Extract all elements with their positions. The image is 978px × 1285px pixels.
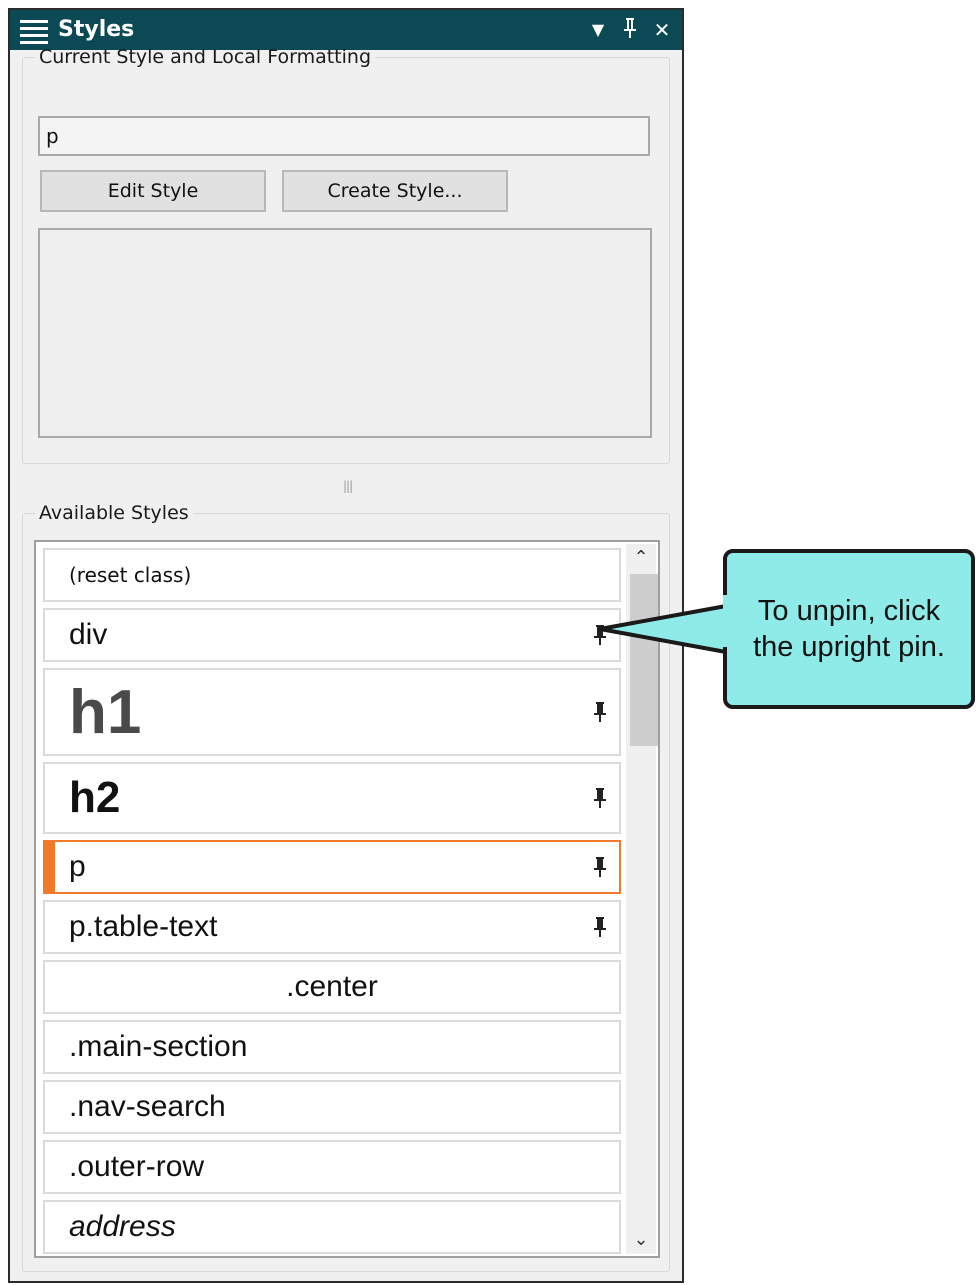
callout-line-1: To unpin, click <box>757 595 941 627</box>
panel-titlebar: Styles ▼ ✕ <box>10 10 682 50</box>
pin-icon[interactable] <box>618 16 642 44</box>
selection-indicator <box>45 842 55 892</box>
dropdown-arrow-icon[interactable]: ▼ <box>586 16 610 44</box>
list-item-outer-row[interactable]: .outer-row <box>43 1140 621 1194</box>
callout-text: To unpin, click the upright pin. <box>723 593 975 665</box>
close-icon[interactable]: ✕ <box>650 16 674 44</box>
available-styles-legend: Available Styles <box>39 502 189 524</box>
scroll-up-icon[interactable]: ⌃ <box>626 544 656 572</box>
list-item-h2[interactable]: h2 <box>43 762 621 834</box>
create-style-button[interactable]: Create Style... <box>282 170 508 212</box>
callout-line-2: the upright pin. <box>753 631 945 663</box>
list-item-label: h1 <box>69 677 142 747</box>
styles-list: (reset class) div h1 h2 p p.table-text .… <box>34 540 660 1258</box>
list-item-label: .outer-row <box>69 1150 205 1183</box>
list-item-p-table-text[interactable]: p.table-text <box>43 900 621 954</box>
list-item-label: .center <box>286 970 378 1003</box>
scroll-down-icon[interactable]: ⌄ <box>626 1226 656 1254</box>
list-item-div[interactable]: div <box>43 608 621 662</box>
list-item-center[interactable]: .center <box>43 960 621 1014</box>
list-item-p[interactable]: p <box>43 840 621 894</box>
list-item-address[interactable]: address <box>43 1200 621 1254</box>
current-style-field[interactable]: p <box>38 116 650 156</box>
splitter-grip[interactable]: ||| <box>343 479 353 493</box>
local-formatting-box <box>38 228 652 438</box>
list-item-label: div <box>69 618 108 651</box>
list-item-h1[interactable]: h1 <box>43 668 621 756</box>
list-item-label: p <box>69 850 86 883</box>
list-item-label: p.table-text <box>69 910 218 943</box>
list-item-label: address <box>69 1210 176 1243</box>
list-item-label: .main-section <box>69 1030 248 1063</box>
styles-panel: Styles ▼ ✕ Current Style and Local Forma… <box>8 8 684 1283</box>
list-item-label: h2 <box>69 773 121 822</box>
list-item-reset-class[interactable]: (reset class) <box>43 548 621 602</box>
current-style-legend: Current Style and Local Formatting <box>39 46 372 68</box>
callout-pointer <box>598 604 728 654</box>
pin-icon[interactable] <box>593 787 607 809</box>
edit-style-button[interactable]: Edit Style <box>40 170 266 212</box>
list-item-label: .nav-search <box>69 1090 226 1123</box>
list-item-label: (reset class) <box>69 563 192 587</box>
panel-title: Styles <box>58 17 135 42</box>
callout-box: To unpin, click the upright pin. <box>723 549 975 709</box>
menu-icon[interactable] <box>20 18 48 44</box>
list-item-main-section[interactable]: .main-section <box>43 1020 621 1074</box>
list-item-nav-search[interactable]: .nav-search <box>43 1080 621 1134</box>
pin-icon[interactable] <box>593 856 607 878</box>
pin-icon[interactable] <box>593 701 607 723</box>
pin-icon[interactable] <box>593 916 607 938</box>
